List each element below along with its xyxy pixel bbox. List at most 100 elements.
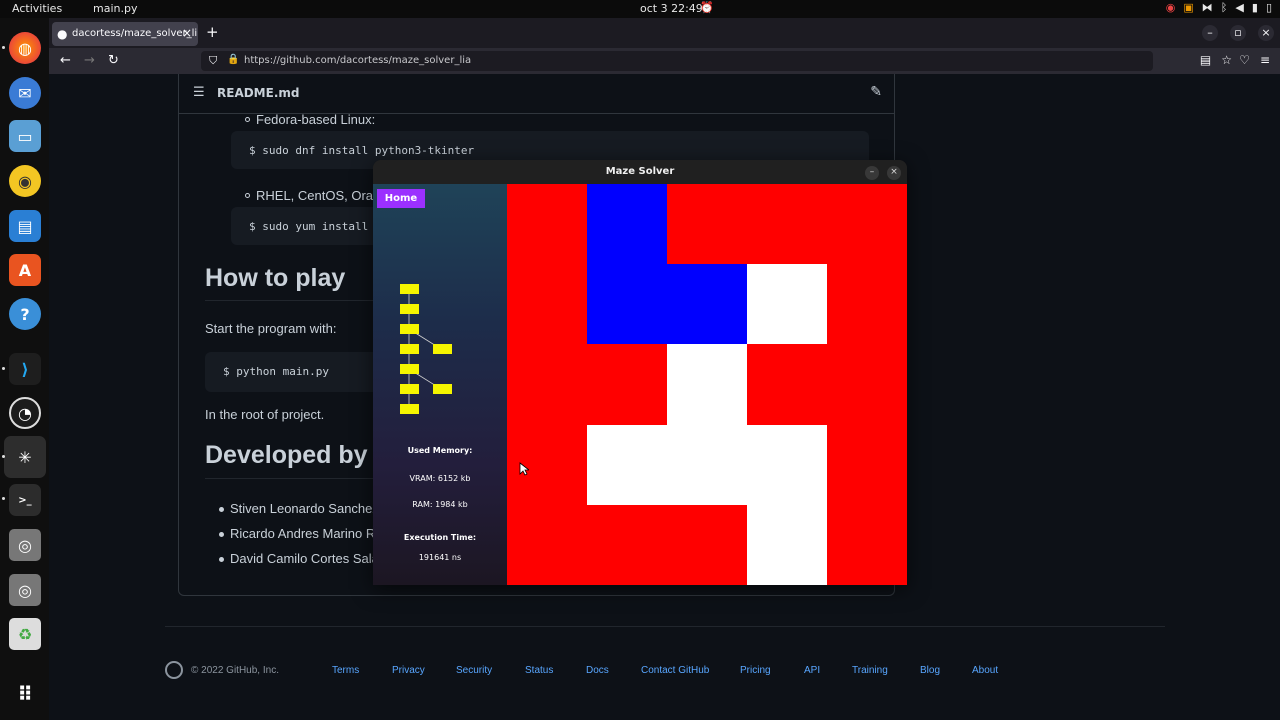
footer-link-about[interactable]: About bbox=[972, 665, 998, 676]
mic-icon[interactable]: ▮ bbox=[1252, 1, 1258, 14]
mouse-cursor-icon bbox=[519, 462, 529, 476]
pocket-icon[interactable]: ♡ bbox=[1239, 53, 1250, 67]
maze-cell-wall bbox=[507, 344, 587, 426]
terminal-icon[interactable]: >_ bbox=[9, 484, 41, 516]
footer-link-contact[interactable]: Contact GitHub bbox=[641, 665, 709, 676]
footer-link-docs[interactable]: Docs bbox=[586, 665, 609, 676]
close-icon[interactable]: × bbox=[887, 166, 901, 180]
back-icon[interactable]: ← bbox=[60, 53, 71, 68]
toolbar-right: ♡ ≡ bbox=[1239, 53, 1270, 67]
bullet-icon bbox=[219, 507, 224, 512]
ram-value: RAM: 1984 kb bbox=[412, 500, 468, 509]
close-window-icon[interactable]: × bbox=[1258, 25, 1274, 41]
start-text: Start the program with: bbox=[205, 321, 337, 336]
running-indicator bbox=[2, 367, 5, 370]
bullet-icon bbox=[245, 117, 250, 122]
restore-icon[interactable]: ▫ bbox=[1230, 25, 1246, 41]
maze-cell-wall bbox=[827, 264, 907, 346]
developer-1: Stiven Leonardo Sanchez bbox=[230, 501, 379, 516]
maze-cell-wall bbox=[747, 184, 827, 265]
tree-node bbox=[400, 344, 419, 354]
fedora-label: Fedora-based Linux: bbox=[256, 112, 376, 127]
network-icon[interactable]: ⧓ bbox=[1202, 1, 1213, 14]
developer-2: Ricardo Andres Marino R bbox=[230, 526, 376, 541]
volume-icon[interactable]: ◀ bbox=[1235, 1, 1243, 14]
footer-link-status[interactable]: Status bbox=[525, 665, 553, 676]
writer-icon[interactable]: ▤ bbox=[9, 210, 41, 242]
footer-link-blog[interactable]: Blog bbox=[920, 665, 940, 676]
close-tab-icon[interactable]: × bbox=[182, 26, 192, 40]
maze-cell-open bbox=[587, 424, 667, 506]
app-center-icon[interactable]: A bbox=[9, 254, 41, 286]
battery-icon[interactable]: ▯ bbox=[1266, 1, 1272, 14]
vram-value: VRAM: 6152 kb bbox=[409, 474, 471, 483]
root-text: In the root of project. bbox=[205, 407, 325, 422]
bluetooth-icon[interactable]: ᛒ bbox=[1221, 1, 1228, 14]
execution-time-label: Execution Time: bbox=[403, 533, 477, 542]
minimize-icon[interactable]: – bbox=[1202, 25, 1218, 41]
activities-button[interactable]: Activities bbox=[12, 2, 62, 15]
window-title[interactable]: Maze Solver bbox=[373, 160, 907, 184]
readme-header: ☰ README.md ✎ bbox=[179, 74, 894, 114]
vscode-icon[interactable]: ⟩ bbox=[9, 353, 41, 385]
github-logo-icon[interactable] bbox=[165, 661, 183, 679]
disk-icon[interactable]: ◎ bbox=[9, 574, 41, 606]
bookmark-star-icon[interactable]: ☆ bbox=[1221, 53, 1232, 67]
reload-icon[interactable]: ↻ bbox=[108, 53, 119, 68]
running-indicator bbox=[2, 46, 5, 49]
maze-cell-wall bbox=[667, 504, 747, 585]
help-icon[interactable]: ? bbox=[9, 298, 41, 330]
browser-tab[interactable]: ● dacortess/maze_solver_li × bbox=[52, 22, 198, 46]
clock[interactable]: oct 3 22:49 bbox=[640, 2, 703, 15]
menu-icon[interactable]: ≡ bbox=[1260, 53, 1270, 67]
maze-cell-wall bbox=[827, 344, 907, 426]
new-tab-icon[interactable]: + bbox=[206, 23, 219, 41]
tab-title: dacortess/maze_solver_li bbox=[72, 28, 198, 39]
maze-cell-open bbox=[747, 264, 827, 346]
footer-link-privacy[interactable]: Privacy bbox=[392, 665, 425, 676]
shield-icon[interactable]: ⛉ bbox=[209, 54, 217, 68]
tree-node bbox=[400, 364, 419, 374]
edit-pencil-icon[interactable]: ✎ bbox=[870, 84, 882, 100]
maze-cell-path bbox=[587, 184, 667, 265]
tree-node bbox=[433, 344, 452, 354]
disk-icon[interactable]: ◎ bbox=[9, 529, 41, 561]
app-grid-icon[interactable]: ⠿ bbox=[9, 678, 41, 710]
forward-icon[interactable]: → bbox=[84, 53, 95, 68]
footer-link-pricing[interactable]: Pricing bbox=[740, 665, 771, 676]
firefox-icon[interactable]: ◍ bbox=[9, 32, 41, 64]
footer-link-terms[interactable]: Terms bbox=[332, 665, 359, 676]
system-top-bar: Activities main.py oct 3 22:49 ⏰ ◉ ▣ ⧓ ᛒ… bbox=[0, 0, 1280, 18]
maze-cell-path bbox=[587, 264, 667, 346]
graph-app-icon[interactable]: ✳ bbox=[4, 436, 46, 478]
system-tray[interactable]: ◉ ▣ ⧓ ᛒ ◀ ▮ ▯ bbox=[1166, 1, 1272, 14]
extension-icon[interactable]: ▣ bbox=[1183, 1, 1193, 14]
footer-link-training[interactable]: Training bbox=[852, 665, 888, 676]
running-indicator bbox=[2, 455, 5, 458]
tab-strip: ● dacortess/maze_solver_li × + – ▫ × bbox=[49, 18, 1280, 48]
url-bar[interactable]: ⛉ 🔒 https://github.com/dacortess/maze_so… bbox=[201, 51, 1153, 71]
maze-grid[interactable] bbox=[507, 184, 907, 585]
reader-view-icon[interactable]: ▤ bbox=[1200, 53, 1211, 67]
update-icon[interactable]: ◉ bbox=[1166, 1, 1176, 14]
rhythmbox-icon[interactable]: ◉ bbox=[9, 165, 41, 197]
maze-cell-wall bbox=[507, 264, 587, 346]
search-tree-graph bbox=[408, 294, 442, 414]
developed-by-heading: Developed by bbox=[205, 441, 368, 469]
lock-icon[interactable]: 🔒 bbox=[227, 54, 239, 65]
footer-link-api[interactable]: API bbox=[804, 665, 820, 676]
thunderbird-icon[interactable]: ✉ bbox=[9, 77, 41, 109]
bullet-icon bbox=[245, 193, 250, 198]
minimize-icon[interactable]: – bbox=[865, 166, 879, 180]
trash-icon[interactable]: ♻ bbox=[9, 618, 41, 650]
outline-list-icon[interactable]: ☰ bbox=[193, 85, 205, 100]
url-actions: ▤ ☆ bbox=[1200, 53, 1232, 67]
files-icon[interactable]: ▭ bbox=[9, 120, 41, 152]
run-command: $ python main.py bbox=[223, 365, 329, 378]
footer-link-security[interactable]: Security bbox=[456, 665, 492, 676]
copyright: © 2022 GitHub, Inc. bbox=[191, 665, 279, 676]
maze-cell-open bbox=[747, 424, 827, 506]
obs-icon[interactable]: ◔ bbox=[9, 397, 41, 429]
active-app-name[interactable]: main.py bbox=[93, 2, 137, 15]
developer-3: David Camilo Cortes Sala bbox=[230, 551, 379, 566]
